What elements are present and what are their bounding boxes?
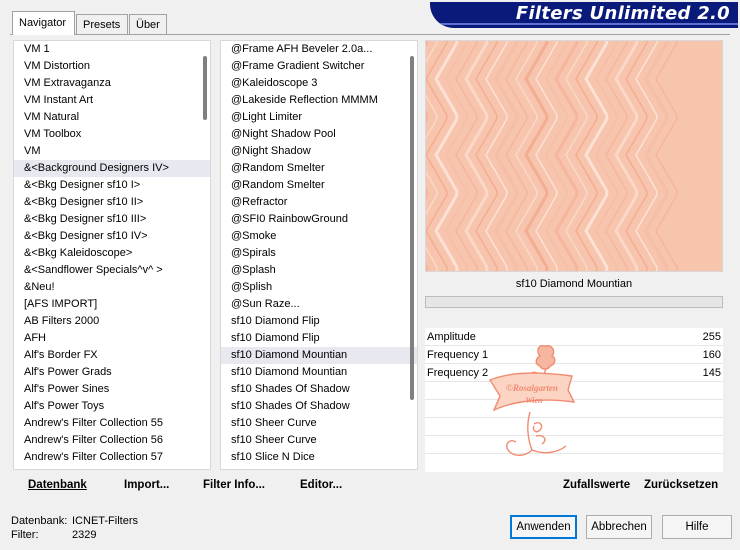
filter-item[interactable]: sf10 Diamond Flip — [221, 313, 417, 330]
help-button[interactable]: Hilfe — [662, 515, 732, 539]
filter-item[interactable]: @Kaleidoscope 3 — [221, 75, 417, 92]
progress-bar — [425, 296, 723, 308]
watermark-line1: ©Rosalgarten — [506, 383, 558, 393]
tab-uber[interactable]: Über — [129, 14, 167, 34]
param-label: Frequency 1 — [427, 349, 489, 361]
category-item[interactable]: &<Sandflower Specials^v^ > — [14, 262, 210, 279]
category-item[interactable]: Alf's Power Sines — [14, 381, 210, 398]
filter-scrollbar[interactable] — [410, 56, 414, 400]
filter-item[interactable]: sf10 Shades Of Shadow — [221, 398, 417, 415]
category-item[interactable]: AFH — [14, 330, 210, 347]
preview-filter-name: sf10 Diamond Mountian — [515, 278, 633, 290]
category-item[interactable]: &<Bkg Designer sf10 I> — [14, 177, 210, 194]
filter-list[interactable]: @Frame AFH Beveler 2.0a... @Frame Gradien… — [221, 41, 417, 466]
banner-title: Filters Unlimited 2.0 — [515, 3, 730, 24]
category-item[interactable]: VM Instant Art — [14, 92, 210, 109]
category-item[interactable]: Alf's Power Toys — [14, 398, 210, 415]
filter-item[interactable]: sf10 Shades Of Shadow — [221, 381, 417, 398]
rosalgarten-watermark: ©Rosalgarten Wien — [488, 344, 576, 456]
zufallswerte-button[interactable]: Zufallswerte — [563, 479, 630, 491]
category-item[interactable]: VM Extravaganza — [14, 75, 210, 92]
tab-navigator[interactable]: Navigator — [12, 11, 75, 35]
category-item[interactable]: Alf's Power Grads — [14, 364, 210, 381]
filters-unlimited-banner: Filters Unlimited 2.0 — [430, 2, 738, 28]
category-item[interactable]: VM Distortion — [14, 58, 210, 75]
category-item[interactable]: VM Natural — [14, 109, 210, 126]
filter-item[interactable]: @Night Shadow Pool — [221, 126, 417, 143]
filter-item[interactable]: sf10 Diamond Mountian — [221, 364, 417, 381]
category-item[interactable]: VM 1 — [14, 41, 210, 58]
filter-item[interactable]: sf10 Slice N Dice — [221, 449, 417, 466]
category-item[interactable]: [AFS IMPORT] — [14, 296, 210, 313]
import-button[interactable]: Import... — [124, 479, 169, 491]
filter-item[interactable]: @Night Shadow — [221, 143, 417, 160]
cancel-button[interactable]: Abbrechen — [586, 515, 652, 539]
filter-item[interactable]: @Spirals — [221, 245, 417, 262]
category-item[interactable]: &<Bkg Designer sf10 IV> — [14, 228, 210, 245]
category-list[interactable]: VM 1 VM Distortion VM Extravaganza VM Insta… — [14, 41, 210, 466]
filter-item[interactable]: @Random Smelter — [221, 160, 417, 177]
preview-image — [425, 40, 723, 272]
category-item[interactable]: Andrew's Filter Collection 56 — [14, 432, 210, 449]
status-db-label: Datenbank: — [11, 515, 68, 527]
param-label: Frequency 2 — [427, 367, 489, 379]
zuruecksetzen-button[interactable]: Zurücksetzen — [644, 479, 718, 491]
apply-button[interactable]: Anwenden — [510, 515, 577, 539]
category-list-panel: VM 1 VM Distortion VM Extravaganza VM Insta… — [13, 40, 211, 470]
filter-item[interactable]: @Refractor — [221, 194, 417, 211]
filter-info-button[interactable]: Filter Info... — [203, 479, 265, 491]
filter-item[interactable]: @Splish — [221, 279, 417, 296]
filter-item[interactable]: @SFI0 RainbowGround — [221, 211, 417, 228]
filter-item[interactable]: @Random Smelter — [221, 177, 417, 194]
category-item[interactable]: &<Bkg Designer sf10 II> — [14, 194, 210, 211]
param-value: 160 — [702, 349, 721, 361]
param-value: 145 — [702, 367, 721, 379]
category-item[interactable]: Alf's Border FX — [14, 347, 210, 364]
category-item[interactable]: &<Bkg Designer sf10 III> — [14, 211, 210, 228]
category-item[interactable]: AB Filters 2000 — [14, 313, 210, 330]
datenbank-button[interactable]: Datenbank — [28, 479, 87, 491]
category-scrollbar[interactable] — [203, 56, 207, 120]
status-filter-value: 2329 — [72, 529, 97, 541]
category-item[interactable]: VM — [14, 143, 210, 160]
tab-divider — [10, 34, 730, 35]
category-item[interactable]: &Neu! — [14, 279, 210, 296]
filter-item[interactable]: sf10 Sheer Curve — [221, 432, 417, 449]
filter-item[interactable]: @Smoke — [221, 228, 417, 245]
filter-item[interactable]: @Frame AFH Beveler 2.0a... — [221, 41, 417, 58]
tab-presets[interactable]: Presets — [76, 14, 128, 34]
filter-item[interactable]: @Splash — [221, 262, 417, 279]
filter-item[interactable]: sf10 Diamond Mountian — [221, 347, 417, 364]
category-item[interactable]: Andrew's Filter Collection 55 — [14, 415, 210, 432]
param-value: 255 — [702, 331, 721, 343]
filter-item[interactable]: sf10 Diamond Flip — [221, 330, 417, 347]
filter-item[interactable]: @Frame Gradient Switcher — [221, 58, 417, 75]
param-label: Amplitude — [427, 331, 476, 343]
filter-item[interactable]: sf10 Sheer Curve — [221, 415, 417, 432]
filter-item[interactable]: @Light Limiter — [221, 109, 417, 126]
editor-button[interactable]: Editor... — [300, 479, 342, 491]
datenbank-label: Datenbank — [28, 479, 87, 491]
category-item[interactable]: &<Bkg Kaleidoscope> — [14, 245, 210, 262]
filter-item[interactable]: @Lakeside Reflection MMMM — [221, 92, 417, 109]
filter-item[interactable]: @Sun Raze... — [221, 296, 417, 313]
category-item[interactable]: &<Background Designers IV> — [14, 160, 210, 177]
status-filter-label: Filter: — [11, 529, 39, 541]
status-db-value: ICNET-Filters — [72, 515, 138, 527]
category-item[interactable]: VM Toolbox — [14, 126, 210, 143]
filter-list-panel: @Frame AFH Beveler 2.0a... @Frame Gradien… — [220, 40, 418, 470]
watermark-line2: Wien — [525, 396, 543, 405]
category-item[interactable]: Andrew's Filter Collection 57 — [14, 449, 210, 466]
